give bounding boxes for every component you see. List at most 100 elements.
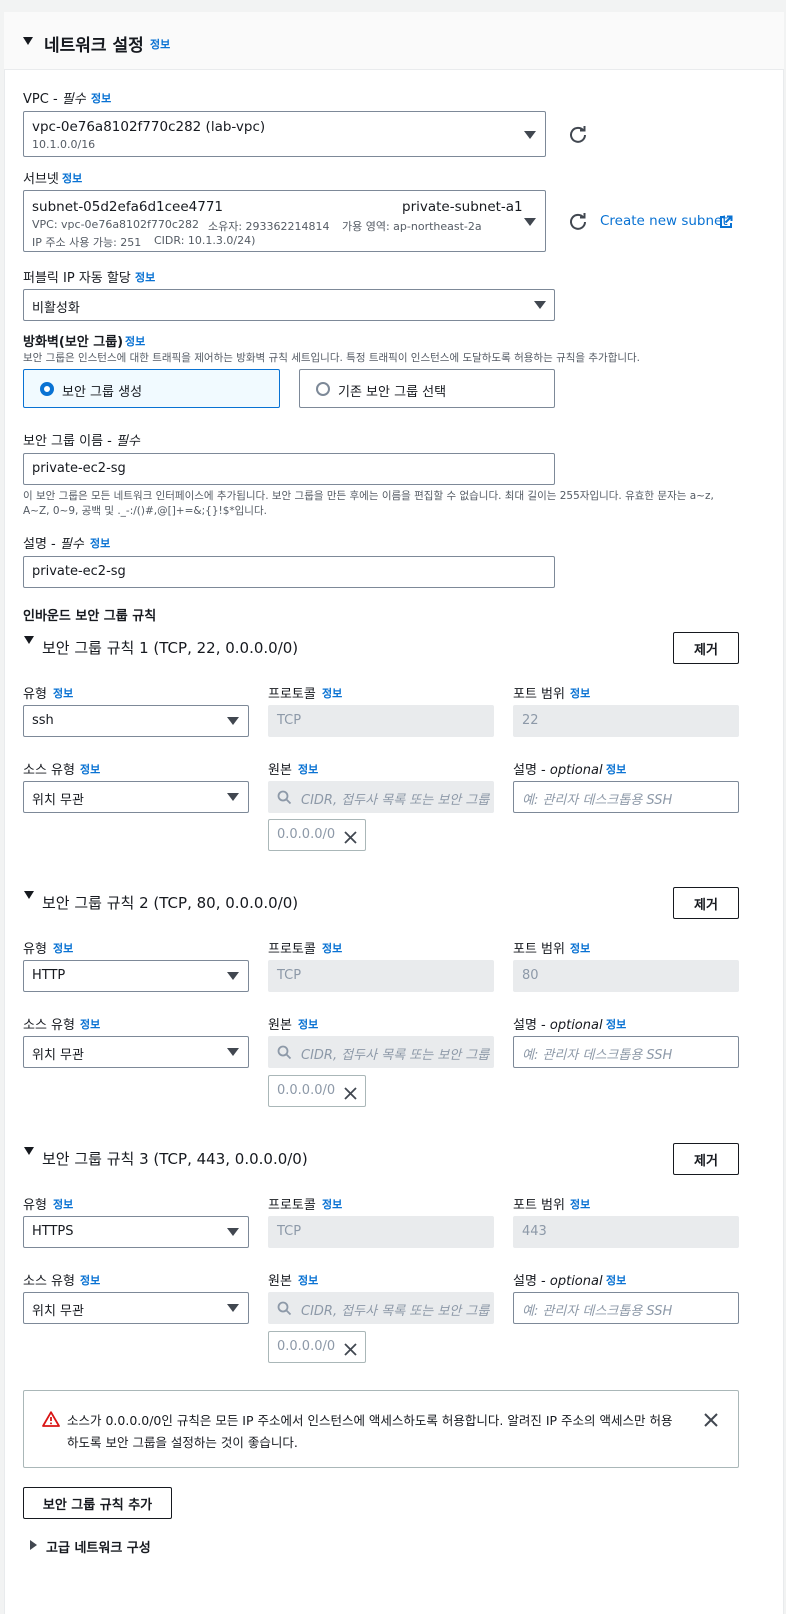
- add-rule-button[interactable]: 보안 그룹 규칙 추가: [23, 1487, 172, 1519]
- rule-3-desc-info-link[interactable]: 정보: [606, 1272, 626, 1288]
- refresh-icon[interactable]: [568, 211, 588, 235]
- chevron-down-icon: [227, 1228, 239, 1236]
- rule-3-protocol-info-link[interactable]: 정보: [322, 1196, 342, 1212]
- rule-2-source-type-select[interactable]: 위치 무관: [23, 1036, 249, 1068]
- radio-selected-icon[interactable]: [40, 382, 54, 396]
- rule-2-source-placeholder: CIDR, 접두사 목록 또는 보안 그룹: [301, 1048, 490, 1063]
- subnet-owner: 소유자: 293362214814: [208, 220, 330, 233]
- rule-1-source-info-link[interactable]: 정보: [298, 761, 318, 777]
- sg-desc-label: 설명 - 필수: [23, 537, 84, 552]
- rule-3-source-info-link[interactable]: 정보: [298, 1272, 318, 1288]
- expand-caret-icon[interactable]: [30, 1540, 37, 1550]
- warning-text-line1: 소스가 0.0.0.0/0인 규칙은 모든 IP 주소에서 인스턴스에 액세스하…: [67, 1413, 673, 1428]
- rule-1-desc-info-link[interactable]: 정보: [606, 761, 626, 777]
- chevron-down-icon: [227, 717, 239, 725]
- rule-3-desc-placeholder: 예: 관리자 데스크톱용 SSH: [522, 1304, 673, 1319]
- rule-3-source-token: 0.0.0.0/0: [268, 1331, 366, 1363]
- close-icon[interactable]: [344, 829, 357, 848]
- chevron-down-icon: [524, 218, 536, 226]
- public-ip-select[interactable]: 비활성화: [23, 289, 555, 321]
- rule-1-remove-button[interactable]: 제거: [673, 632, 739, 664]
- rule-1-source-input[interactable]: CIDR, 접두사 목록 또는 보안 그룹: [268, 781, 494, 813]
- rule-1-source-type-label: 소스 유형: [23, 763, 75, 778]
- subnet-vpc: VPC: vpc-0e76a8102f770c282: [32, 218, 199, 231]
- close-icon[interactable]: [344, 1085, 357, 1104]
- search-icon: [277, 1301, 292, 1320]
- rule-1-protocol-info-link[interactable]: 정보: [322, 685, 342, 701]
- rule-2-source-type-info-link[interactable]: 정보: [80, 1016, 100, 1032]
- rule-1-type-select[interactable]: ssh: [23, 705, 249, 737]
- rule-2-protocol-label: 프로토콜: [268, 942, 316, 957]
- close-icon[interactable]: [344, 1341, 357, 1360]
- rule-2-desc-info-link[interactable]: 정보: [606, 1016, 626, 1032]
- rule-1-type-info-link[interactable]: 정보: [53, 685, 73, 701]
- rule-2-source-label: 원본: [268, 1018, 292, 1033]
- create-subnet-link[interactable]: Create new subnet: [600, 213, 728, 229]
- radio-unselected-icon[interactable]: [316, 382, 330, 396]
- rule-3-source-input[interactable]: CIDR, 접두사 목록 또는 보안 그룹: [268, 1292, 494, 1324]
- vpc-info-link[interactable]: 정보: [91, 90, 111, 106]
- subnet-info-link[interactable]: 정보: [62, 170, 82, 186]
- rule-2-collapse-icon[interactable]: [24, 891, 34, 899]
- sg-name-value: private-ec2-sg: [32, 461, 126, 476]
- radio-create-sg[interactable]: 보안 그룹 생성: [23, 369, 280, 408]
- sg-name-input[interactable]: private-ec2-sg: [23, 453, 555, 485]
- external-link-icon[interactable]: [719, 214, 733, 233]
- refresh-icon[interactable]: [568, 124, 588, 148]
- rule-3-desc-input[interactable]: 예: 관리자 데스크톱용 SSH: [513, 1292, 739, 1324]
- rule-3-title: 보안 그룹 규칙 3 (TCP, 443, 0.0.0.0/0): [42, 1150, 308, 1168]
- rule-3-collapse-icon[interactable]: [24, 1147, 34, 1155]
- rule-3-type-select[interactable]: HTTPS: [23, 1216, 249, 1248]
- sg-name-help-line2: A~Z, 0~9, 공백 및 ._-:/()#,@[]+=&;{}!$*입니다.: [23, 505, 267, 517]
- rule-3-desc-label: 설명 - optional: [513, 1274, 603, 1289]
- rule-2-type-select[interactable]: HTTP: [23, 960, 249, 992]
- rule-2-remove-button[interactable]: 제거: [673, 887, 739, 919]
- rule-3-type-info-link[interactable]: 정보: [53, 1196, 73, 1212]
- sg-desc-input[interactable]: private-ec2-sg: [23, 556, 555, 588]
- vpc-select[interactable]: vpc-0e76a8102f770c282 (lab-vpc) 10.1.0.0…: [23, 111, 546, 157]
- rule-2-desc-input[interactable]: 예: 관리자 데스크톱용 SSH: [513, 1036, 739, 1068]
- rule-1-source-token: 0.0.0.0/0: [268, 819, 366, 851]
- rule-2-type-label: 유형: [23, 942, 47, 957]
- rule-2-protocol-field: TCP: [268, 960, 494, 992]
- rule-2-type-info-link[interactable]: 정보: [53, 940, 73, 956]
- rule-2-port-info-link[interactable]: 정보: [570, 940, 590, 956]
- firewall-info-link[interactable]: 정보: [125, 333, 145, 349]
- rule-3-remove-button[interactable]: 제거: [673, 1143, 739, 1175]
- subnet-label: 서브넷: [23, 172, 59, 187]
- rule-1-source-type-info-link[interactable]: 정보: [80, 761, 100, 777]
- subnet-name: private-subnet-a1: [402, 199, 523, 215]
- section-title: 네트워크 설정: [44, 36, 144, 56]
- advanced-network-config[interactable]: 고급 네트워크 구성: [46, 1537, 151, 1556]
- rule-3-port-info-link[interactable]: 정보: [570, 1196, 590, 1212]
- rule-2-desc-placeholder: 예: 관리자 데스크톱용 SSH: [522, 1048, 673, 1063]
- radio-existing-sg[interactable]: 기존 보안 그룹 선택: [299, 369, 555, 408]
- rule-3-protocol-field: TCP: [268, 1216, 494, 1248]
- rule-2-title: 보안 그룹 규칙 2 (TCP, 80, 0.0.0.0/0): [42, 894, 299, 912]
- rule-1-collapse-icon[interactable]: [24, 636, 34, 644]
- section-info-link[interactable]: 정보: [150, 36, 170, 52]
- rule-2-source-token: 0.0.0.0/0: [268, 1075, 366, 1107]
- close-icon[interactable]: [704, 1412, 718, 1431]
- rule-1-source-type-select[interactable]: 위치 무관: [23, 781, 249, 813]
- warning-text-line2: 하도록 보안 그룹을 설정하는 것이 좋습니다.: [67, 1435, 298, 1450]
- subnet-select[interactable]: subnet-05d2efa6d1cee4771 private-subnet-…: [23, 190, 546, 252]
- rule-3-port-field: 443: [513, 1216, 739, 1248]
- rule-1-port-info-link[interactable]: 정보: [570, 685, 590, 701]
- rule-2-source-info-link[interactable]: 정보: [298, 1016, 318, 1032]
- rule-3-type-value: HTTPS: [32, 1224, 74, 1239]
- rule-2-source-input[interactable]: CIDR, 접두사 목록 또는 보안 그룹: [268, 1036, 494, 1068]
- rule-1-desc-input[interactable]: 예: 관리자 데스크톱용 SSH: [513, 781, 739, 813]
- rule-3-protocol-value: TCP: [277, 1224, 302, 1239]
- rule-1-desc-placeholder: 예: 관리자 데스크톱용 SSH: [522, 793, 673, 808]
- public-ip-info-link[interactable]: 정보: [135, 269, 155, 285]
- chevron-down-icon: [534, 301, 546, 309]
- inbound-rules-title: 인바운드 보안 그룹 규칙: [23, 609, 157, 624]
- rule-2-protocol-info-link[interactable]: 정보: [322, 940, 342, 956]
- rule-3-source-type-select[interactable]: 위치 무관: [23, 1292, 249, 1324]
- rule-3-source-type-value: 위치 무관: [32, 1304, 84, 1319]
- rule-3-source-type-info-link[interactable]: 정보: [80, 1272, 100, 1288]
- rule-1-type-label: 유형: [23, 687, 47, 702]
- sg-desc-info-link[interactable]: 정보: [90, 535, 110, 551]
- collapse-caret-icon[interactable]: [23, 37, 33, 45]
